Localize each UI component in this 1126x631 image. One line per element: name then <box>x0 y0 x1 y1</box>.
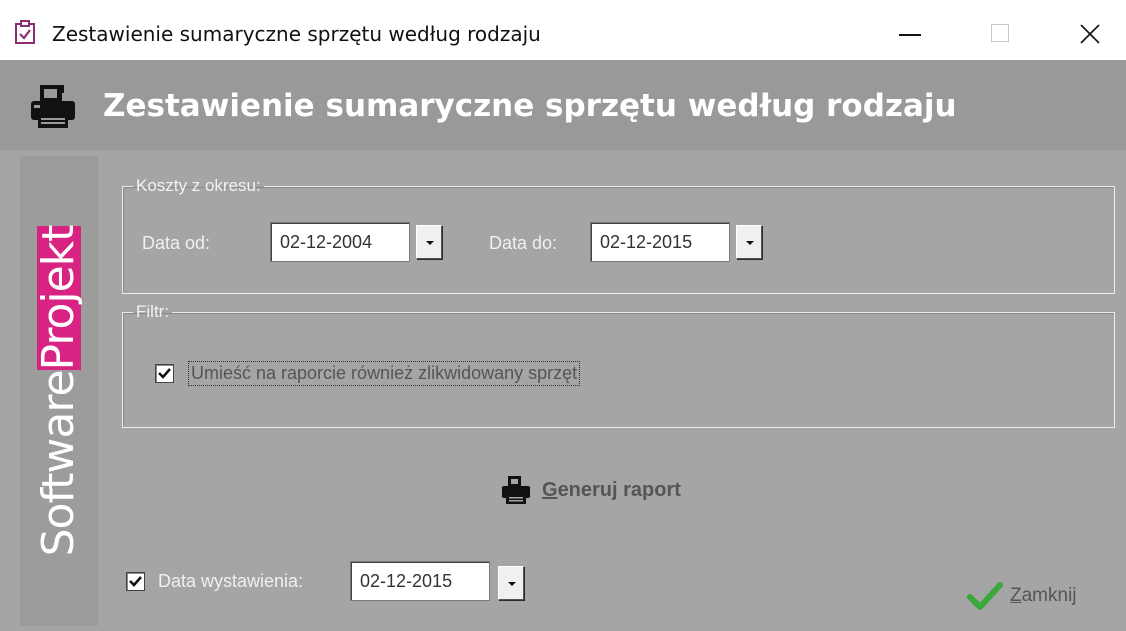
window-titlebar[interactable]: Zestawienie sumaryczne sprzętu według ro… <box>0 0 1126 60</box>
issue-date-label: Data wystawienia: <box>158 571 304 591</box>
dialog-header: Zestawienie sumaryczne sprzętu według ro… <box>0 60 1126 150</box>
checkmark-icon <box>158 368 171 379</box>
close-label: amknij <box>1021 585 1077 606</box>
close-window-button[interactable] <box>1060 0 1120 60</box>
close-mnemonic: Z <box>1010 585 1022 606</box>
generate-report-button[interactable]: Generuj raport <box>498 473 718 507</box>
date-to-input[interactable]: 02-12-2015 <box>590 222 730 262</box>
date-from-input[interactable]: 02-12-2004 <box>270 222 410 262</box>
date-from-dropdown-button[interactable] <box>416 225 442 259</box>
brand-part2: Projekt <box>33 225 84 371</box>
issue-date-dropdown-button[interactable] <box>498 566 524 600</box>
filter-legend: Filtr: <box>136 302 170 321</box>
brand-logo: Software Projekt <box>20 156 98 626</box>
include-liquidated-label[interactable]: Umieść na raporcie również zlikwidowany … <box>187 361 581 386</box>
window-title: Zestawienie sumaryczne sprzętu według ro… <box>52 22 541 46</box>
clipboard-check-icon <box>15 20 35 44</box>
include-liquidated-checkbox[interactable] <box>155 364 174 383</box>
date-to-dropdown-button[interactable] <box>736 225 762 259</box>
generate-mnemonic: G <box>542 479 558 501</box>
maximize-button[interactable] <box>970 0 1030 60</box>
checkmark-icon <box>129 576 142 587</box>
issue-date-checkbox[interactable] <box>126 572 145 591</box>
generate-label: eneruj raport <box>557 479 681 501</box>
date-to-label: Data do: <box>489 233 558 253</box>
period-legend: Koszty z okresu: <box>136 176 261 195</box>
checkmark-icon <box>967 582 1003 610</box>
minimize-button[interactable] <box>880 0 940 60</box>
printer-icon <box>502 476 530 504</box>
close-button[interactable]: Zamknij <box>966 580 1096 612</box>
header-title: Zestawienie sumaryczne sprzętu według ro… <box>103 88 957 124</box>
issue-date-input[interactable]: 02-12-2015 <box>350 561 490 601</box>
date-from-label: Data od: <box>142 233 211 253</box>
close-icon <box>1080 24 1100 44</box>
brand-part1: Software <box>33 370 84 557</box>
printer-icon <box>31 85 75 128</box>
